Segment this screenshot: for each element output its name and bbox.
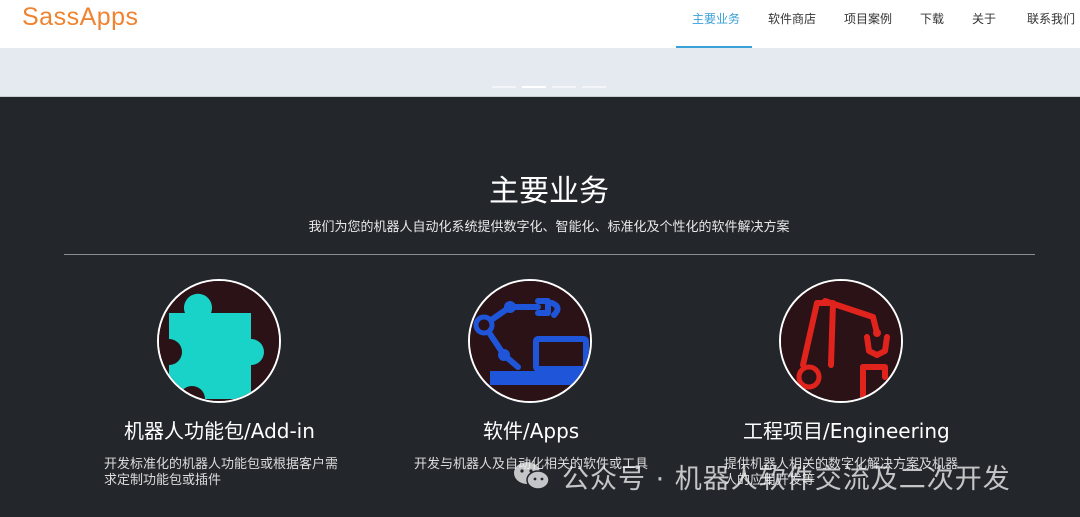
- nav-item-main-business[interactable]: 主要业务: [692, 10, 740, 28]
- carousel-indicator-1[interactable]: [492, 86, 516, 88]
- watermark: 公众号 · 机器人软件交流及二次开发: [512, 456, 1011, 496]
- apps-card-title[interactable]: 软件/Apps: [483, 415, 579, 444]
- nav-item-download[interactable]: 下载: [920, 10, 944, 28]
- engineering-card-image[interactable]: [779, 279, 903, 403]
- nav-item-contact[interactable]: 联系我们: [1027, 10, 1075, 28]
- carousel-indicator-2[interactable]: [522, 86, 546, 88]
- watermark-text: 公众号 · 机器人软件交流及二次开发: [562, 463, 1011, 495]
- carousel-indicator-3[interactable]: [552, 86, 576, 88]
- section-subtitle: 我们为您的机器人自动化系统提供数字化、智能化、标准化及个性化的软件解决方案: [308, 220, 790, 235]
- site-header: SassApps 主要业务 软件商店 项目案例 下载 关于 联系我们: [0, 0, 1080, 48]
- wechat-icon: [514, 462, 550, 490]
- robot-arm-gripper-icon: [781, 281, 901, 401]
- addin-card-image[interactable]: [157, 279, 281, 403]
- apps-card-image[interactable]: [468, 279, 592, 403]
- section-title: 主要业务: [489, 174, 609, 209]
- nav-item-software-store[interactable]: 软件商店: [768, 10, 816, 28]
- nav-item-project-cases[interactable]: 项目案例: [844, 10, 892, 28]
- main-nav: 主要业务 软件商店 项目案例 下载 关于 联系我们: [0, 0, 1080, 48]
- robot-arm-computer-icon: [470, 281, 590, 401]
- addin-card-title[interactable]: 机器人功能包/Add-in: [124, 415, 315, 444]
- carousel-indicator-4[interactable]: [582, 86, 606, 88]
- engineering-card-title[interactable]: 工程项目/Engineering: [743, 415, 950, 444]
- addin-card-description: 开发标准化的机器人功能包或根据客户需求定制功能包或插件: [104, 457, 339, 488]
- hero-banner: [0, 48, 1080, 97]
- section-divider: [64, 254, 1035, 255]
- nav-item-about[interactable]: 关于: [972, 10, 996, 28]
- puzzle-piece-icon: [159, 281, 279, 401]
